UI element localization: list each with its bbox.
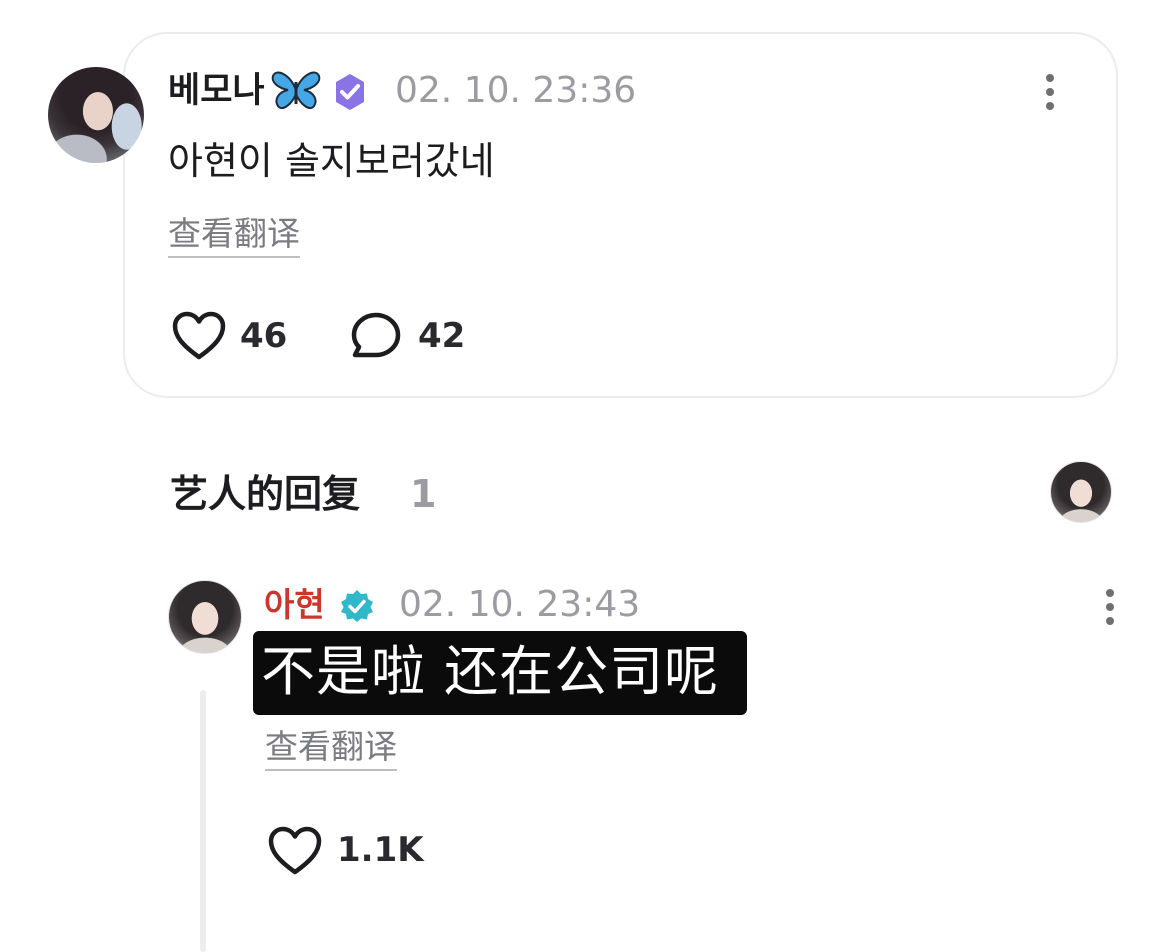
post-author-avatar[interactable] [48, 67, 144, 163]
reply-like-count: 1.1K [337, 830, 424, 870]
heart-icon[interactable] [172, 311, 226, 361]
more-vertical-icon[interactable] [1036, 72, 1064, 112]
butterfly-icon [271, 71, 321, 110]
translate-link[interactable]: 查看翻译 [265, 727, 397, 771]
post-timestamp: 02. 10. 23:36 [395, 70, 637, 111]
verified-badge-icon [341, 590, 373, 622]
reply-author-avatar[interactable] [168, 580, 242, 654]
post-author-name[interactable]: 베모나 [168, 68, 265, 114]
verified-badge-icon [336, 74, 364, 110]
post-text: 아현이 솔지보러갔네 [168, 139, 495, 183]
thread-line [200, 690, 206, 952]
comment-bubble-icon[interactable] [350, 311, 402, 361]
reply-author-name[interactable]: 아현 [264, 583, 325, 627]
artist-replies-count: 1 [410, 472, 437, 516]
post-like-count: 46 [240, 316, 288, 356]
artist-replies-title: 艺人的回复 [170, 472, 361, 516]
reply-timestamp: 02. 10. 23:43 [399, 584, 641, 625]
translate-link[interactable]: 查看翻译 [168, 214, 300, 258]
heart-icon[interactable] [268, 826, 322, 876]
post-comment-count: 42 [418, 316, 466, 356]
reply-text: 不是啦 还在公司呢 [261, 640, 720, 703]
artist-avatar-small[interactable] [1050, 461, 1112, 523]
more-vertical-icon[interactable] [1096, 587, 1124, 627]
